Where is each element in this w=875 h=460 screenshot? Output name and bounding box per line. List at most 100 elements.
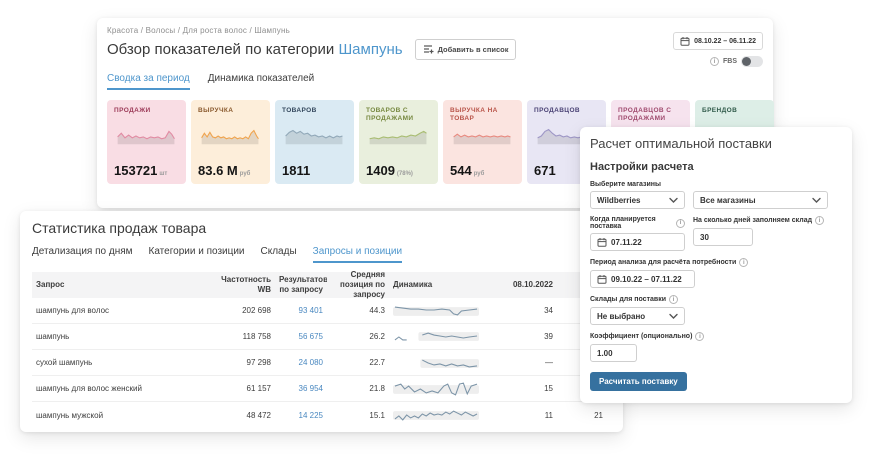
metric-unit: (78%) <box>397 171 413 177</box>
dynamics-sparkline <box>393 354 479 372</box>
chevron-down-icon <box>669 197 678 203</box>
frequency-cell: 61 157 <box>217 384 275 393</box>
overflow-position-cell: 21 <box>557 411 607 420</box>
add-to-list-button[interactable]: Добавить в список <box>415 39 517 60</box>
metric-value: 544 <box>450 163 472 178</box>
breadcrumb[interactable]: Красота / Волосы / Для роста волос / Шам… <box>107 26 763 35</box>
info-icon <box>669 295 678 304</box>
queries-table: Запрос Частотность WB Результатов по зап… <box>32 272 611 428</box>
date-position-cell: 11 <box>479 411 557 420</box>
info-icon <box>710 57 719 66</box>
supply-date-value: 07.11.22 <box>611 238 642 247</box>
calc-settings-heading: Настройки расчета <box>590 161 842 173</box>
category-link[interactable]: Шампунь <box>338 41 402 58</box>
metric-card-products-with-sales[interactable]: ТОВАРОВ С ПРОДАЖАМИ 1409(78%) <box>359 100 438 184</box>
avg-position-cell: 15.1 <box>327 411 389 420</box>
query-cell: шампунь мужской <box>32 411 217 420</box>
metric-unit: руб <box>474 171 485 177</box>
frequency-cell: 202 698 <box>217 306 275 315</box>
marketplace-select[interactable]: Wildberries <box>590 191 685 209</box>
calendar-icon <box>680 36 690 46</box>
dynamics-sparkline <box>393 302 479 320</box>
store-scope-select[interactable]: Все магазины <box>693 191 828 209</box>
warehouses-select[interactable]: Не выбрано <box>590 307 685 325</box>
table-header-row: Запрос Частотность WB Результатов по зап… <box>32 272 611 298</box>
calendar-icon <box>597 274 607 284</box>
results-link[interactable]: 56 675 <box>275 332 327 341</box>
dashboard-background: Красота / Волосы / Для роста волос / Шам… <box>0 0 875 460</box>
analysis-period-value: 09.10.22 – 07.11.22 <box>611 275 682 284</box>
fill-days-input[interactable] <box>693 228 753 246</box>
results-link[interactable]: 24 080 <box>275 358 327 367</box>
date-position-cell: 34 <box>479 306 557 315</box>
col-header-frequency: Частотность WB <box>217 275 275 295</box>
supply-panel-title: Расчет оптимальной поставки <box>590 136 842 151</box>
date-position-cell: 15 <box>479 384 557 393</box>
date-position-cell: 39 <box>479 332 557 341</box>
results-link[interactable]: 14 225 <box>275 411 327 420</box>
stores-label: Выберите магазины <box>590 181 842 188</box>
metric-value: 1811 <box>282 163 310 178</box>
metric-label: ТОВАРОВ С ПРОДАЖАМИ <box>366 107 431 124</box>
results-link[interactable]: 36 954 <box>275 384 327 393</box>
metric-card-revenue-per-product[interactable]: ВЫРУЧКА НА ТОВАР 544руб <box>443 100 522 184</box>
info-icon <box>739 258 748 267</box>
col-header-dynamics: Динамика <box>389 280 479 290</box>
sparkline <box>450 125 515 147</box>
metric-label: ПРОДАЖИ <box>114 107 179 124</box>
tab-indicators-dynamics[interactable]: Динамика показателей <box>208 73 314 90</box>
metric-card-revenue[interactable]: ВЫРУЧКА 83.6 Мруб <box>191 100 270 184</box>
sparkline <box>366 125 431 147</box>
analysis-period-picker[interactable]: 09.10.22 – 07.11.22 <box>590 270 695 288</box>
metric-unit: руб <box>240 171 251 177</box>
tab-warehouses[interactable]: Склады <box>261 246 297 263</box>
metric-value: 671 <box>534 163 556 178</box>
page-title-text: Обзор показателей по категории <box>107 41 334 58</box>
metric-label: БРЕНДОВ <box>702 107 767 124</box>
frequency-cell: 118 758 <box>217 332 275 341</box>
fbs-toggle[interactable] <box>741 56 763 67</box>
metric-label: ПРОДАВЦОВ <box>534 107 599 124</box>
metric-card-sales[interactable]: ПРОДАЖИ 153721шт <box>107 100 186 184</box>
add-to-list-label: Добавить в список <box>438 45 509 54</box>
avg-position-cell: 21.8 <box>327 384 389 393</box>
query-cell: шампунь для волос женский <box>32 384 217 393</box>
tab-categories-positions[interactable]: Категории и позиции <box>149 246 245 263</box>
warehouses-select-value: Не выбрано <box>597 312 645 321</box>
coefficient-label: Коэффициент (опционально) <box>590 332 842 341</box>
date-range-picker[interactable]: 08.10.22 – 06.11.22 <box>673 32 763 50</box>
chevron-down-icon <box>669 313 678 319</box>
table-row: шампунь мужской 48 472 14 225 15.1 11 21 <box>32 402 611 428</box>
metric-label: ТОВАРОВ <box>282 107 347 124</box>
metric-value: 1409 <box>366 163 395 178</box>
date-range-value: 08.10.22 – 06.11.22 <box>694 38 756 45</box>
supply-date-picker[interactable]: 07.11.22 <box>590 233 685 251</box>
info-icon <box>815 216 824 225</box>
warehouses-label: Склады для поставки <box>590 295 842 304</box>
table-row: шампунь 118 758 56 675 26.2 39 <box>32 324 611 350</box>
coefficient-input[interactable] <box>590 344 637 362</box>
table-row: шампунь для волос женский 61 157 36 954 … <box>32 376 611 402</box>
info-icon <box>695 332 704 341</box>
metric-label: ПРОДАВЦОВ С ПРОДАЖАМИ <box>618 107 683 124</box>
col-header-date: 08.10.2022 <box>479 280 557 290</box>
tab-queries-positions[interactable]: Запросы и позиции <box>313 246 402 263</box>
page-title: Обзор показателей по категории Шампунь <box>107 41 403 58</box>
sparkline <box>282 125 347 147</box>
table-row: сухой шампунь 97 298 24 080 22.7 — <box>32 350 611 376</box>
sparkline <box>114 125 179 147</box>
metric-card-products[interactable]: ТОВАРОВ 1811 <box>275 100 354 184</box>
frequency-cell: 48 472 <box>217 411 275 420</box>
optimal-supply-panel: Расчет оптимальной поставки Настройки ра… <box>580 127 852 403</box>
col-header-avg-position: Средняя позиция по запросу <box>327 270 389 300</box>
analysis-period-label: Период анализа для расчёта потребности <box>590 258 842 267</box>
calendar-icon <box>597 237 607 247</box>
calculate-supply-button[interactable]: Расчитать поставку <box>590 372 687 391</box>
tab-period-summary[interactable]: Сводка за период <box>107 73 190 90</box>
tab-daily-details[interactable]: Детализация по дням <box>32 246 133 263</box>
results-link[interactable]: 93 401 <box>275 306 327 315</box>
avg-position-cell: 44.3 <box>327 306 389 315</box>
metric-label: ВЫРУЧКА <box>198 107 263 124</box>
avg-position-cell: 22.7 <box>327 358 389 367</box>
fbs-label: FBS <box>723 58 737 65</box>
